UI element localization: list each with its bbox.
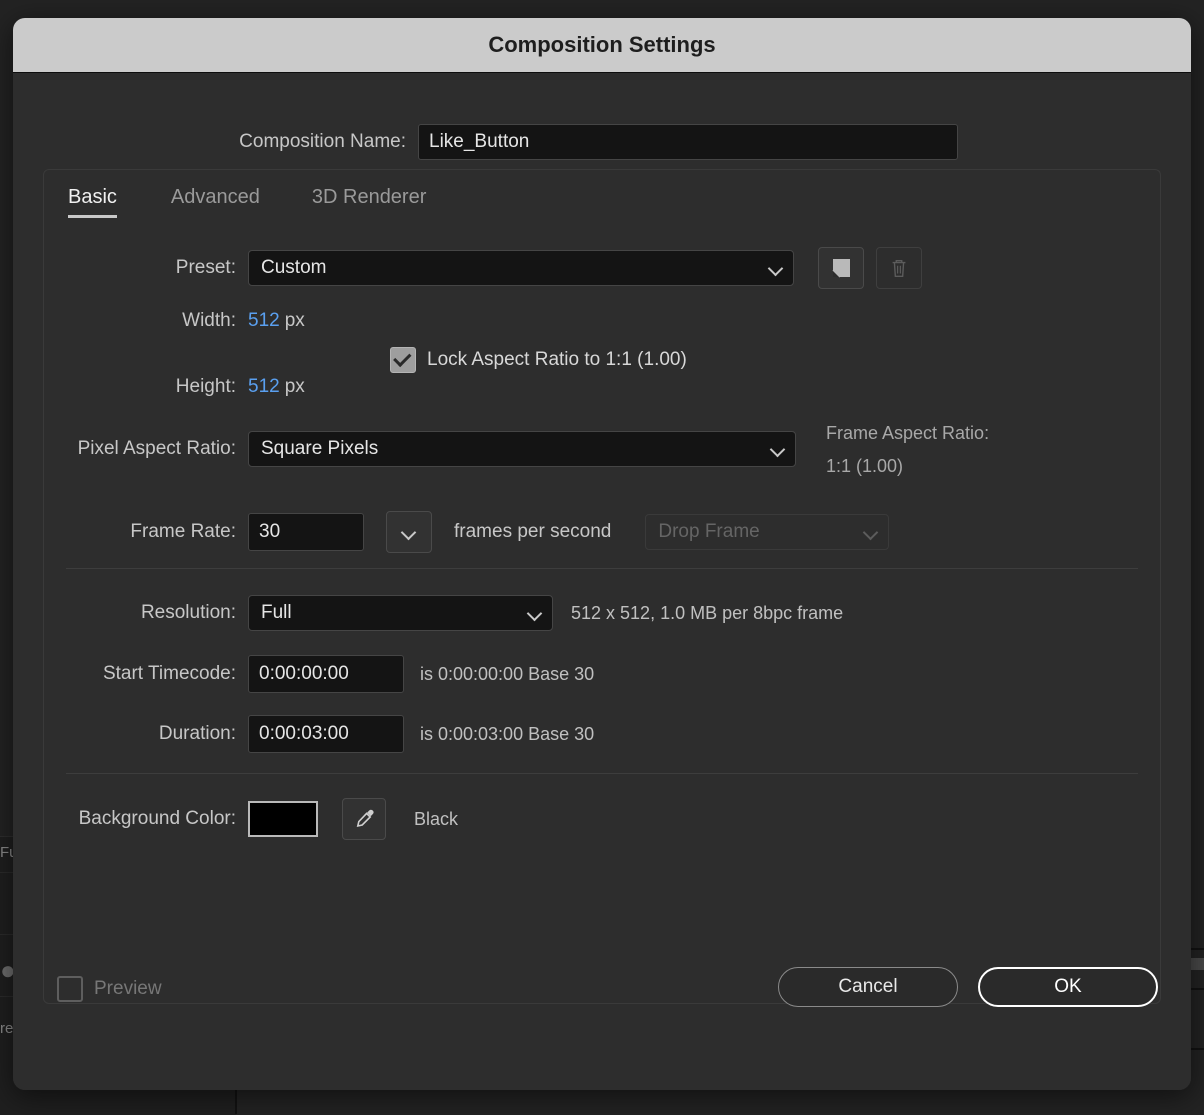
trash-icon <box>888 257 910 279</box>
frame-rate-label: Frame Rate: <box>44 521 248 543</box>
frame-rate-row: Frame Rate: 30 frames per second Drop Fr… <box>44 511 889 553</box>
preset-label: Preset: <box>44 257 248 279</box>
delete-preset-button[interactable] <box>876 247 922 289</box>
frame-rate-input[interactable]: 30 <box>248 513 364 551</box>
width-label: Width: <box>44 310 248 332</box>
width-row: Width: 512 px <box>44 310 305 332</box>
width-unit: px <box>285 310 305 332</box>
preset-row: Preset: Custom <box>44 247 922 289</box>
resolution-info: 512 x 512, 1.0 MB per 8bpc frame <box>571 603 843 624</box>
ok-button[interactable]: OK <box>978 967 1158 1007</box>
chevron-down-icon <box>864 525 878 539</box>
lock-aspect-ratio-row[interactable]: Lock Aspect Ratio to 1:1 (1.00) <box>390 347 687 373</box>
chevron-down-icon <box>771 442 785 456</box>
pixel-aspect-ratio-select[interactable]: Square Pixels <box>248 431 796 467</box>
preview-toggle: Preview <box>57 976 162 1002</box>
save-preset-icon <box>829 256 853 280</box>
composition-name-label: Composition Name: <box>13 131 418 153</box>
resolution-row: Resolution: Full 512 x 512, 1.0 MB per 8… <box>44 595 843 631</box>
height-row: Height: 512 px <box>44 376 305 398</box>
height-unit: px <box>285 376 305 398</box>
duration-label: Duration: <box>44 723 248 745</box>
composition-settings-dialog: Composition Settings Composition Name: L… <box>13 18 1191 1090</box>
pixel-aspect-ratio-value: Square Pixels <box>261 438 378 460</box>
frame-rate-units-text: frames per second <box>454 521 611 543</box>
preview-label: Preview <box>94 978 162 1000</box>
frame-aspect-ratio-label: Frame Aspect Ratio: <box>826 423 989 444</box>
chevron-down-icon <box>769 261 783 275</box>
resolution-value: Full <box>261 602 292 624</box>
section-divider <box>66 568 1138 569</box>
chevron-down-icon <box>402 525 416 539</box>
drop-frame-select: Drop Frame <box>645 514 889 550</box>
check-icon <box>393 349 411 367</box>
preview-checkbox <box>57 976 83 1002</box>
duration-info: is 0:00:03:00 Base 30 <box>420 724 594 745</box>
frame-aspect-ratio-value-wrap: 1:1 (1.00) <box>826 456 903 477</box>
frame-aspect-ratio-label-wrap: Frame Aspect Ratio: <box>826 423 989 444</box>
dialog-body: Composition Name: Like_Button Basic Adva… <box>13 73 1191 1090</box>
start-timecode-label: Start Timecode: <box>44 663 248 685</box>
background-color-name: Black <box>414 809 458 830</box>
dialog-footer: Preview Cancel OK <box>13 948 1191 1090</box>
frame-aspect-ratio-value: 1:1 (1.00) <box>826 456 903 477</box>
height-label: Height: <box>44 376 248 398</box>
pixel-aspect-ratio-label: Pixel Aspect Ratio: <box>44 438 248 460</box>
composition-name-input[interactable]: Like_Button <box>418 124 958 160</box>
dialog-titlebar: Composition Settings <box>13 18 1191 73</box>
tab-bar: Basic Advanced 3D Renderer <box>68 186 452 218</box>
preset-select[interactable]: Custom <box>248 250 794 286</box>
lock-aspect-ratio-checkbox[interactable] <box>390 347 416 373</box>
tab-3d-renderer[interactable]: 3D Renderer <box>286 186 453 218</box>
save-preset-button[interactable] <box>818 247 864 289</box>
start-timecode-info: is 0:00:00:00 Base 30 <box>420 664 594 685</box>
eyedropper-button[interactable] <box>342 798 386 840</box>
section-divider <box>66 773 1138 774</box>
composition-name-row: Composition Name: Like_Button <box>13 124 1191 160</box>
basic-tab-panel: Basic Advanced 3D Renderer Preset: Custo… <box>43 169 1161 1004</box>
background-color-row: Background Color: Black <box>44 798 458 840</box>
pixel-aspect-ratio-row: Pixel Aspect Ratio: Square Pixels <box>44 431 796 467</box>
dialog-title: Composition Settings <box>488 32 715 58</box>
duration-input[interactable]: 0:00:03:00 <box>248 715 404 753</box>
lock-aspect-ratio-label: Lock Aspect Ratio to 1:1 (1.00) <box>427 349 687 371</box>
eyedropper-icon <box>352 807 376 831</box>
chevron-down-icon <box>528 606 542 620</box>
cancel-button[interactable]: Cancel <box>778 967 958 1007</box>
bg-fragment-text-2: re <box>0 1020 13 1037</box>
start-timecode-row: Start Timecode: 0:00:00:00 is 0:00:00:00… <box>44 655 594 693</box>
duration-row: Duration: 0:00:03:00 is 0:00:03:00 Base … <box>44 715 594 753</box>
start-timecode-input[interactable]: 0:00:00:00 <box>248 655 404 693</box>
height-value[interactable]: 512 <box>248 376 280 398</box>
resolution-label: Resolution: <box>44 602 248 624</box>
background-color-swatch[interactable] <box>248 801 318 837</box>
drop-frame-value: Drop Frame <box>658 521 759 543</box>
width-value[interactable]: 512 <box>248 310 280 332</box>
resolution-select[interactable]: Full <box>248 595 553 631</box>
background-color-label: Background Color: <box>44 808 248 830</box>
preset-value: Custom <box>261 257 326 279</box>
tab-advanced[interactable]: Advanced <box>143 186 286 218</box>
tab-basic[interactable]: Basic <box>68 186 143 218</box>
frame-rate-dropdown-button[interactable] <box>386 511 432 553</box>
